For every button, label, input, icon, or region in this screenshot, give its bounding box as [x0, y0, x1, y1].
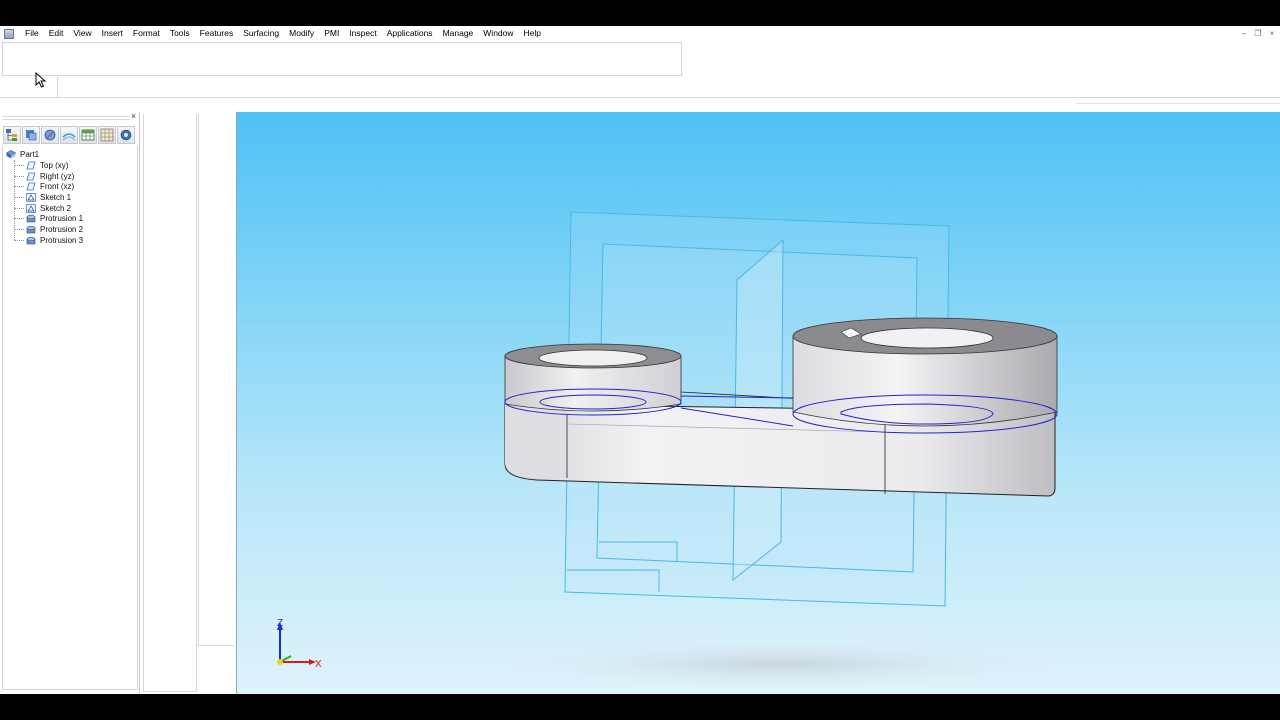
coordinate-triad: Z X [277, 618, 322, 670]
menu-inspect[interactable]: Inspect [344, 26, 381, 41]
menu-format[interactable]: Format [128, 26, 165, 41]
sketch-tool-icon[interactable] [41, 126, 59, 144]
secondary-panel-right [198, 114, 234, 646]
tree-item-label: Right (yz) [40, 171, 75, 181]
tree-item-label: Top (xy) [40, 160, 69, 170]
tree-item-label: Front (xz) [40, 182, 75, 192]
tree-item-front-plane[interactable]: Front (xz) [6, 181, 83, 192]
tree-item-protrusion-1[interactable]: Protrusion 1 [6, 213, 83, 224]
menu-applications[interactable]: Applications [382, 26, 438, 41]
secondary-panel [140, 112, 236, 694]
panel-grip[interactable] [2, 116, 130, 120]
menu-insert[interactable]: Insert [97, 26, 128, 41]
tree-item-label: Sketch 2 [40, 203, 72, 213]
parts-icon[interactable] [22, 126, 40, 144]
tree-item-protrusion-3[interactable]: Protrusion 3 [6, 235, 83, 246]
tree-root[interactable]: Part1 [6, 149, 83, 160]
plane-icon [26, 182, 36, 191]
part-icon [6, 150, 16, 159]
protrusion-icon [26, 215, 36, 223]
document-window-controls: – ❐ × [1240, 26, 1276, 41]
tree-item-right-plane[interactable]: Right (yz) [6, 171, 83, 182]
menu-manage[interactable]: Manage [438, 26, 479, 41]
protrusion-icon [26, 225, 36, 234]
restore-icon[interactable]: ❐ [1254, 29, 1262, 38]
menu-pmi[interactable]: PMI [319, 26, 344, 41]
3d-viewport[interactable]: Z X [236, 112, 1280, 694]
feature-tree-panel: × Part1 Top (xy) Right (yz) Front (xz) S… [0, 112, 140, 694]
protrusion-icon [26, 236, 36, 244]
plane-icon [26, 161, 36, 170]
mouse-cursor-icon [35, 72, 47, 88]
menu-tools[interactable]: Tools [165, 26, 195, 41]
feature-tree-icon[interactable] [3, 126, 21, 144]
status-strip [0, 98, 1280, 112]
menu-edit[interactable]: Edit [44, 26, 69, 41]
feature-tree: Part1 Top (xy) Right (yz) Front (xz) Ske… [6, 149, 83, 246]
tree-item-label: Protrusion 1 [40, 214, 84, 224]
surface-icon[interactable] [60, 126, 78, 144]
tree-item-top-plane[interactable]: Top (xy) [6, 160, 83, 171]
close-icon[interactable]: × [1268, 29, 1276, 38]
sketch-icon [26, 203, 36, 213]
tree-item-label: Protrusion 3 [40, 235, 84, 245]
axis-label-z: Z [277, 618, 283, 629]
grid-icon[interactable] [98, 126, 116, 144]
menu-surfacing[interactable]: Surfacing [238, 26, 284, 41]
ground-shadow [500, 638, 1060, 690]
tree-root-label: Part1 [20, 150, 40, 159]
tree-item-protrusion-2[interactable]: Protrusion 2 [6, 224, 83, 235]
menu-modify[interactable]: Modify [284, 26, 319, 41]
tree-item-sketch-1[interactable]: Sketch 1 [6, 192, 83, 203]
status-strip-divider [1076, 103, 1280, 104]
toolbar-strip-secondary [0, 77, 58, 97]
screen-top-border [0, 0, 1280, 26]
sketch-icon [26, 193, 36, 202]
table-icon[interactable] [79, 126, 97, 144]
toolbar-strip [2, 42, 682, 76]
menu-file[interactable]: File [20, 26, 44, 41]
panel-titlebar[interactable]: × [0, 112, 140, 122]
menu-help[interactable]: Help [519, 26, 546, 41]
menu-window[interactable]: Window [478, 26, 518, 41]
panel-toolbar [3, 126, 135, 144]
app-icon[interactable] [4, 28, 14, 39]
tree-item-label: Sketch 1 [40, 192, 72, 202]
screen-bottom-border [0, 694, 1280, 720]
secondary-panel-left [143, 114, 197, 692]
tree-item-sketch-2[interactable]: Sketch 2 [6, 203, 83, 214]
settings-icon[interactable] [117, 126, 135, 144]
model-canvas[interactable]: Z X [237, 112, 1280, 694]
minimize-icon[interactable]: – [1240, 29, 1248, 38]
plane-icon [26, 172, 36, 180]
close-icon[interactable]: × [129, 112, 138, 121]
tree-item-label: Protrusion 2 [40, 224, 84, 234]
menu-features[interactable]: Features [195, 26, 239, 41]
menu-bar: File Edit View Insert Format Tools Featu… [0, 26, 1280, 41]
menu-view[interactable]: View [68, 26, 96, 41]
axis-label-x: X [315, 659, 322, 670]
